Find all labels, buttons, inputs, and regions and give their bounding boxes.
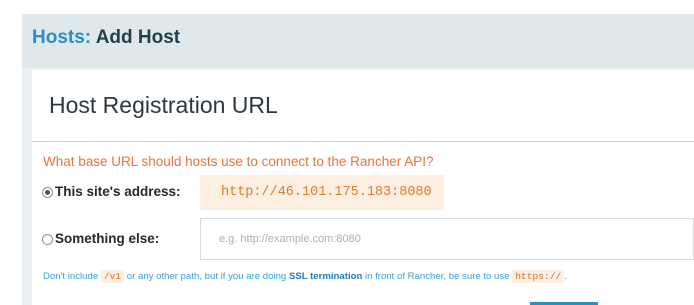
radio-something-else-label[interactable]: Something else:	[55, 231, 159, 246]
page-title: Hosts: Add Host	[32, 27, 180, 49]
page-container: Hosts: Add Host Host Registration URL Wh…	[22, 14, 694, 305]
help-prefix: Don't include	[43, 271, 99, 282]
section-title: Host Registration URL	[49, 92, 278, 118]
help-text: Don't include /v1 or any other path, but…	[43, 270, 567, 283]
url-question: What base URL should hosts use to connec…	[43, 154, 434, 169]
host-registration-card: Host Registration URL What base URL shou…	[32, 70, 694, 305]
breadcrumb-hosts[interactable]: Hosts:	[32, 27, 91, 48]
help-middle: or any other path, but if you are doing	[126, 271, 287, 282]
radio-this-site-label[interactable]: This site's address:	[55, 184, 181, 199]
page-header: Hosts: Add Host	[22, 14, 694, 68]
help-path-code: /v1	[100, 270, 125, 283]
help-end: .	[564, 271, 567, 282]
radio-this-site[interactable]	[42, 187, 53, 198]
section-divider	[32, 141, 694, 142]
help-https-code: https://	[512, 270, 565, 283]
custom-url-input[interactable]	[200, 218, 694, 260]
radio-something-else[interactable]	[42, 234, 53, 245]
site-address-value: http://46.101.175.183:8080	[200, 175, 444, 210]
help-ssl-termination: SSL termination	[288, 271, 363, 282]
page-title-text: Add Host	[95, 27, 181, 48]
help-suffix: in front of Rancher, be sure to use	[365, 271, 510, 282]
